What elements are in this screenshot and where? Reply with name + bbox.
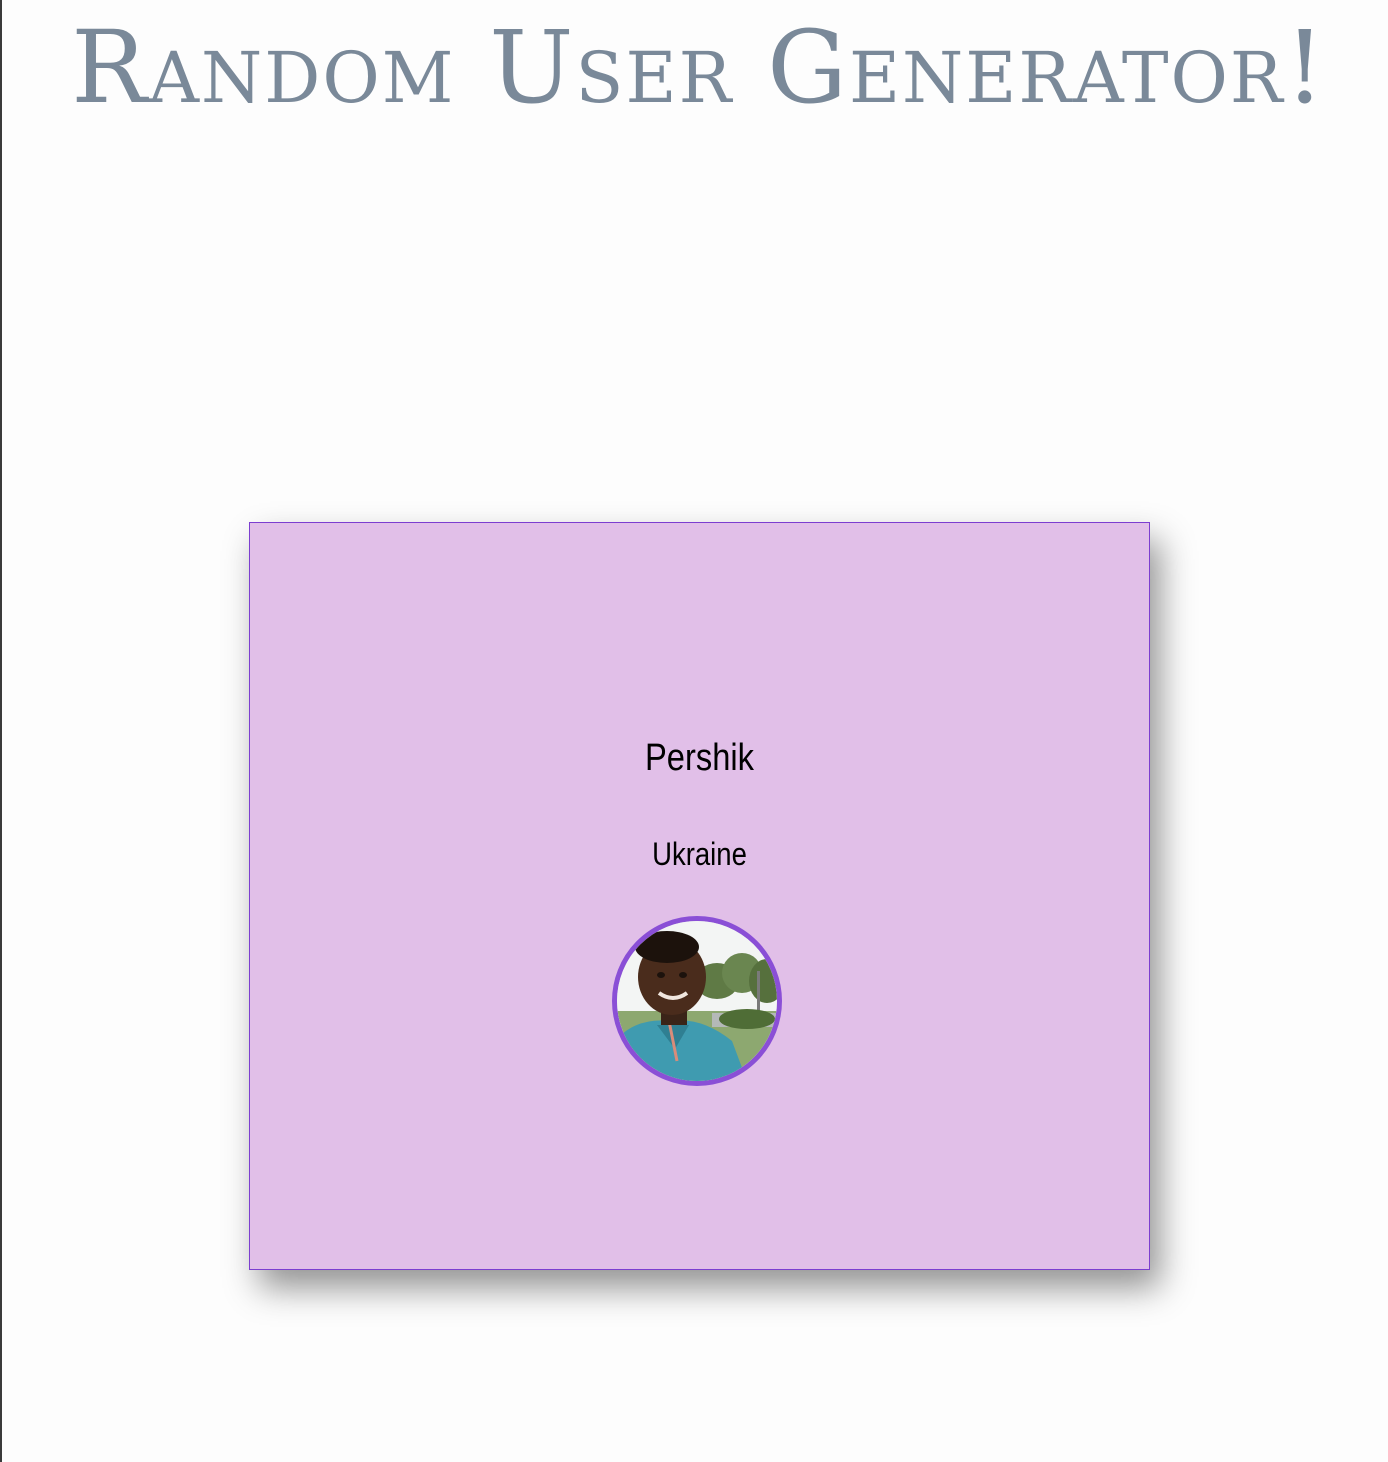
- avatar: [612, 916, 782, 1086]
- user-photo-icon: [617, 921, 777, 1081]
- user-country: Ukraine: [652, 836, 747, 872]
- page-title: Random User Generator!: [71, 9, 1327, 126]
- window-left-edge: [0, 0, 2, 1462]
- user-name: Pershik: [645, 737, 754, 779]
- user-card: Pershik Ukraine: [249, 522, 1150, 1270]
